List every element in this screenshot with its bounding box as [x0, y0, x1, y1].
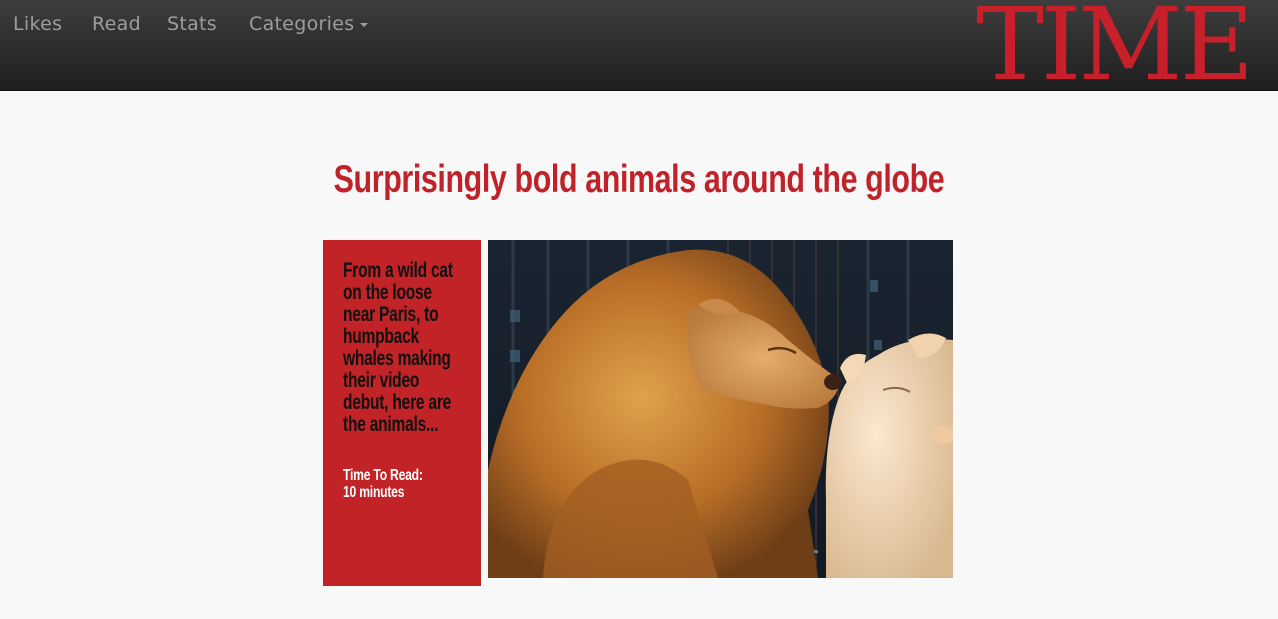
time-to-read-label: Time To Read:: [343, 467, 423, 484]
top-navbar: Likes Read Stats Categories TIME: [0, 0, 1278, 100]
lion-photo-illustration: [488, 240, 953, 578]
chevron-down-icon: [360, 22, 369, 27]
article-headline[interactable]: Surprisingly bold animals around the glo…: [141, 158, 1138, 202]
time-logo[interactable]: TIME: [976, 0, 1254, 100]
nav-item-categories-label: Categories: [249, 13, 355, 35]
article-image[interactable]: [488, 240, 953, 578]
nav-item-categories[interactable]: Categories: [249, 13, 369, 35]
article-summary: From a wild cat on the loose near Paris,…: [343, 259, 453, 436]
article-summary-card[interactable]: From a wild cat on the loose near Paris,…: [323, 240, 481, 586]
nav-item-read[interactable]: Read: [92, 13, 141, 35]
time-to-read-value: 10 minutes: [343, 484, 405, 501]
nav-item-likes[interactable]: Likes: [13, 13, 62, 35]
nav-item-stats[interactable]: Stats: [167, 13, 217, 35]
